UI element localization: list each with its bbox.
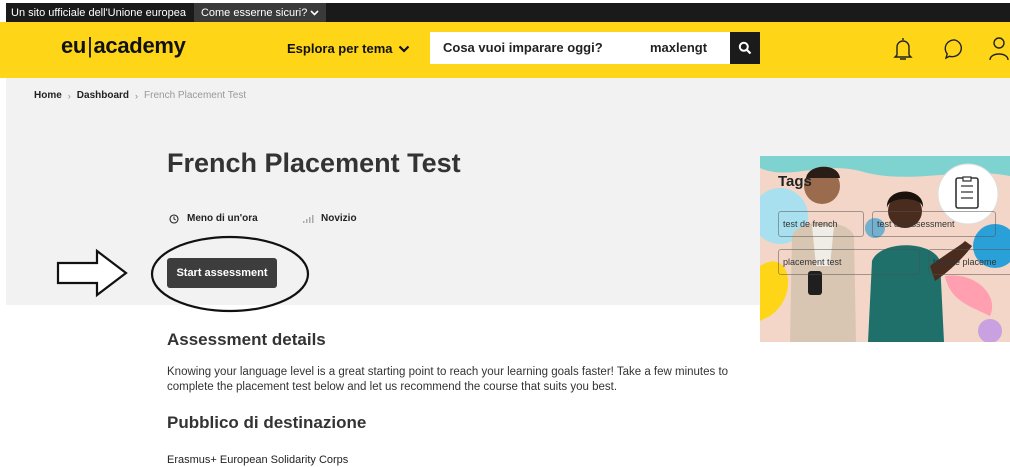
tags-title: Tags [778,173,812,190]
explore-label: Esplora per tema [287,41,393,56]
breadcrumb-dashboard[interactable]: Dashboard [77,90,129,101]
search-icon [738,41,752,55]
duration-meta: Meno di un'ora [169,213,258,224]
search-input[interactable]: Cosa vuoi imparare oggi? [430,32,650,64]
logo-separator: | [87,33,93,58]
chevron-down-icon [310,9,319,16]
eu-academy-logo[interactable]: eu|academy [61,33,186,59]
messages-button[interactable] [940,34,970,64]
user-icon [989,37,1009,61]
assessment-details-text: Knowing your language level is a great s… [167,366,729,393]
clock-icon [169,213,179,224]
breadcrumb-separator: › [135,90,139,101]
target-audience-heading: Pubblico di destinazione [167,413,367,432]
breadcrumb-home[interactable]: Home [34,90,62,101]
highlight-oval-annotation [150,235,310,313]
pointer-arrow-annotation [56,248,128,298]
eu-official-text: Un sito ufficiale dell'Unione europea [11,6,186,19]
site-header: eu|academy Esplora per tema Cosa vuoi im… [0,22,1010,78]
explore-by-topic-button[interactable]: Esplora per tema [287,41,410,56]
user-account-button[interactable] [988,34,1010,64]
chevron-down-icon [398,45,409,53]
duration-text: Meno di un'ora [187,213,258,224]
level-meta: Novizio [303,213,357,224]
eu-official-bar: Un sito ufficiale dell'Unione europea Co… [0,0,1010,22]
breadcrumb-separator: › [67,90,71,101]
tag-chip[interactable]: test de assessment [872,211,996,237]
chat-bubble-icon [944,39,962,60]
tag-chip[interactable]: test de french [778,211,864,237]
bell-icon [893,38,913,60]
assessment-details-heading: Assessment details [167,330,326,349]
search-input-value[interactable]: maxlengt [650,32,730,64]
target-audience-text: Erasmus+ European Solidarity Corps [167,454,349,466]
search-button[interactable] [730,32,760,64]
how-sure-label: Come esserne sicuri? [200,6,308,19]
eu-bar-fill [336,3,1010,22]
tag-chip[interactable]: placement test [778,249,920,275]
eu-official-strip: Un sito ufficiale dell'Unione europea Co… [6,3,336,22]
search-bar: Cosa vuoi imparare oggi? maxlengt [430,32,760,64]
level-text: Novizio [321,213,357,224]
tag-chip[interactable]: test de placeme [928,249,1010,275]
breadcrumb-current: French Placement Test [144,90,247,101]
how-sure-button[interactable]: Come esserne sicuri? [193,3,327,22]
page-title: French Placement Test [167,148,461,178]
logo-left: eu [61,33,87,58]
course-image-card: Tags test de french test de assessment p… [760,156,1010,342]
notifications-button[interactable] [888,34,918,64]
logo-right: academy [93,33,186,58]
breadcrumb: Home › Dashboard › French Placement Test [34,90,246,101]
signal-bars-icon [303,215,314,223]
